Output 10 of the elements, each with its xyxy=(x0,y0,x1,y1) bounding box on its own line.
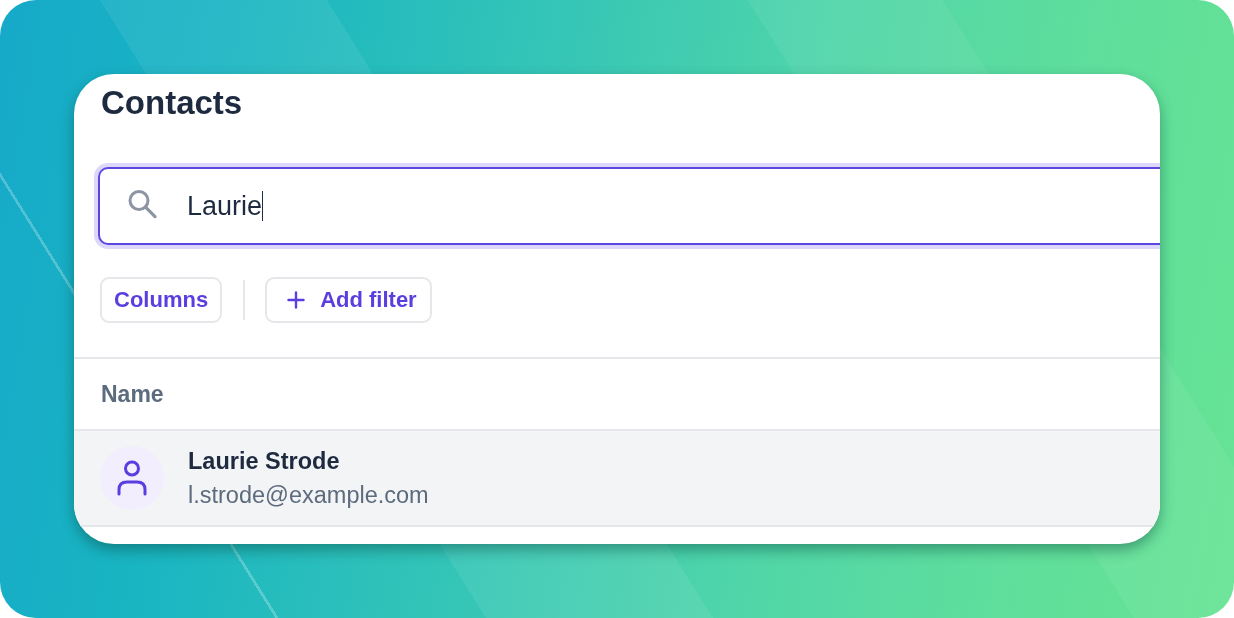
page-title: Contacts xyxy=(101,83,244,123)
plus-icon xyxy=(287,291,306,309)
search-icon xyxy=(127,189,157,219)
contact-email: l.strode@example.com xyxy=(188,480,429,510)
avatar-icon xyxy=(100,446,164,510)
contact-name: Laurie Strode xyxy=(188,446,341,476)
column-header: Name xyxy=(101,380,164,408)
columns-button[interactable]: Columns xyxy=(100,277,223,323)
add-filter-button[interactable]: Add filter xyxy=(265,277,432,323)
contact-row[interactable]: Laurie Strode l.strode@example.com xyxy=(74,431,1160,527)
